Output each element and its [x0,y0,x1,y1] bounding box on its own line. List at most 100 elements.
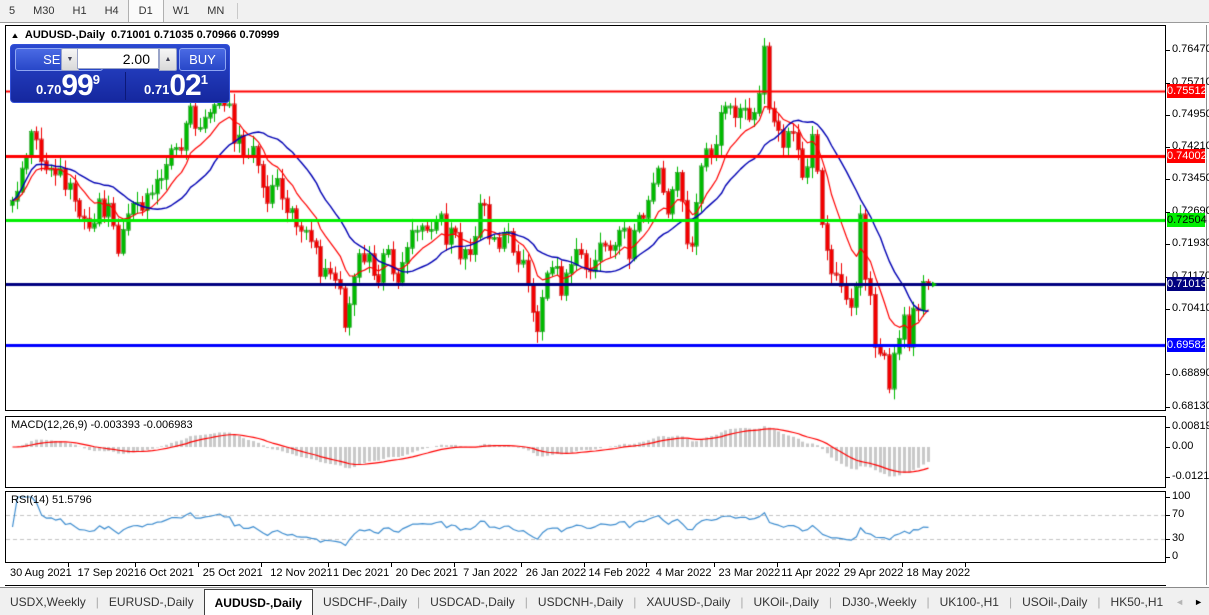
buy-price[interactable]: 0.71 02 1 [126,72,226,100]
chart-quote-ohlc: 0.71001 0.71035 0.70966 0.70999 [111,29,279,41]
buy-price-big: 02 [169,72,200,100]
price-axis-label: 0.74950 [1172,108,1209,120]
chart-tab-xauusd-daily[interactable]: XAUUSD-,Daily [636,588,740,615]
spinner-down-icon: ▼ [67,56,74,63]
date-axis-tick [839,563,840,567]
price-axis-tick [1166,244,1170,245]
rsi-pane[interactable]: RSI(14) 51.5796 [5,491,1166,563]
date-axis-label: 7 Jan 2022 [463,567,517,579]
scroll-tabs-right-icon[interactable]: ► [1194,597,1203,607]
date-axis-tick [328,563,329,567]
date-axis-tick [68,563,69,567]
chart-tab-usdcnh-daily[interactable]: USDCNH-,Daily [528,588,633,615]
price-axis-label: 0.008197 [1172,420,1209,432]
chart-tab-dj30-weekly[interactable]: DJ30-,Weekly [832,588,926,615]
timeframe-button-m30[interactable]: M30 [24,2,63,20]
date-axis-label: 14 Feb 2022 [588,567,650,579]
volume-increase-button[interactable]: ▲ [159,48,177,71]
price-axis-label: 0.76470 [1172,43,1209,55]
date-axis-label: 1 Dec 2021 [333,567,389,579]
price-axis-label: 70 [1172,508,1184,520]
price-axis-label: 0 [1172,550,1178,562]
rsi-chart-canvas[interactable] [6,492,1165,562]
chart-tab-ukoil-daily[interactable]: UKOil-,Daily [744,588,829,615]
buy-price-small: 0.71 [144,82,169,97]
price-level-badge: 0.72504 [1167,213,1205,227]
tab-scroll-controls: ◄ ► [1175,588,1205,615]
chart-tab-audusd-daily[interactable]: AUDUSD-,Daily [204,589,313,615]
timeframe-button-h1[interactable]: H1 [64,2,96,20]
price-axis-tick [1166,309,1170,310]
price-axis-tick [1166,179,1170,180]
timeframe-button-d1[interactable]: D1 [128,0,164,22]
date-axis-label: 29 Apr 2022 [844,567,903,579]
chart-tab-usdx-weekly[interactable]: USDX,Weekly [0,588,96,615]
timeframe-button-h4[interactable]: H4 [96,2,128,20]
spinner-up-icon: ▲ [165,56,172,63]
timeframe-toolbar: 5M30H1H4D1W1MN [0,0,1209,23]
price-axis-label: 0.00 [1172,440,1193,452]
chart-tab-hk50-h1[interactable]: HK50-,H1 [1101,588,1174,615]
timeframe-button-mn[interactable]: MN [198,2,233,20]
sell-price-small: 0.70 [36,82,61,97]
price-axis[interactable]: 0.764700.757100.749500.742100.734500.726… [1166,25,1207,585]
price-axis-label: 0.71930 [1172,237,1209,249]
chart-symbol-label: AUDUSD-,Daily [25,29,105,41]
price-axis-label: -0.012121 [1172,470,1209,482]
date-axis-tick [714,563,715,567]
price-axis-tick [1166,477,1170,478]
sell-price[interactable]: 0.70 99 9 [11,72,126,100]
toolbar-separator [237,3,238,19]
date-axis-tick [135,563,136,567]
macd-values: -0.003393 -0.006983 [90,419,192,431]
chart-tab-eurusd-daily[interactable]: EURUSD-,Daily [99,588,204,615]
rsi-value: 51.5796 [52,494,92,506]
date-axis-tick [261,563,262,567]
date-axis-tick [198,563,199,567]
rsi-label: RSI(14) 51.5796 [11,494,92,506]
chart-tab-usdchf-daily[interactable]: USDCHF-,Daily [313,588,417,615]
timeframe-button-5[interactable]: 5 [0,2,24,20]
chart-title: ▲ AUDUSD-,Daily 0.71001 0.71035 0.70966 … [11,29,279,41]
date-axis-label: 30 Aug 2021 [10,567,72,579]
price-axis-tick [1166,147,1170,148]
chart-tab-uk100-h1[interactable]: UK100-,H1 [930,588,1009,615]
scroll-tabs-left-icon[interactable]: ◄ [1175,597,1184,607]
volume-input[interactable]: 2.00 [77,48,159,69]
date-axis-tick [965,563,966,567]
date-axis-label: 26 Jan 2022 [526,567,587,579]
price-axis-tick [1166,115,1170,116]
chart-tab-usdcad-daily[interactable]: USDCAD-,Daily [420,588,525,615]
date-axis[interactable]: 30 Aug 202117 Sep 20216 Oct 202125 Oct 2… [5,563,1166,586]
price-axis-tick [1166,50,1170,51]
sell-price-big: 99 [61,72,92,100]
date-axis-label: 23 Mar 2022 [719,567,781,579]
date-axis-label: 4 Mar 2022 [656,567,712,579]
macd-pane[interactable]: MACD(12,26,9) -0.003393 -0.006983 [5,416,1166,488]
price-axis-tick [1166,407,1170,408]
price-axis-tick [1166,374,1170,375]
timeframe-button-w1[interactable]: W1 [164,2,199,20]
chart-window: ▲ AUDUSD-,Daily 0.71001 0.71035 0.70966 … [5,25,1206,586]
price-axis-tick [1166,539,1170,540]
date-axis-label: 11 Apr 2022 [781,567,840,579]
price-level-badge: 0.74002 [1167,149,1205,163]
expand-arrow-icon[interactable]: ▲ [10,31,20,40]
date-axis-label: 25 Oct 2021 [203,567,263,579]
price-axis-tick [1166,557,1170,558]
date-axis-label: 18 May 2022 [907,567,971,579]
one-click-trade-panel: SELL ▼ 2.00 ▲ BUY 0.70 99 9 0.71 02 1 [10,44,230,103]
price-axis-label: 0.70410 [1172,302,1209,314]
price-axis-label: 30 [1172,532,1184,544]
date-axis-tick [521,563,522,567]
chart-tab-usoil-daily[interactable]: USOil-,Daily [1012,588,1097,615]
date-axis-label: 12 Nov 2021 [270,567,332,579]
buy-button[interactable]: BUY [179,48,226,71]
chart-tab-bar: USDX,Weekly|EURUSD-,DailyAUDUSD-,DailyUS… [0,587,1209,615]
price-axis-tick [1166,515,1170,516]
price-axis-tick [1166,447,1170,448]
date-axis-label: 6 Oct 2021 [140,567,194,579]
price-level-badge: 0.69582 [1167,338,1205,352]
date-axis-tick [902,563,903,567]
price-axis-label: 100 [1172,490,1190,502]
